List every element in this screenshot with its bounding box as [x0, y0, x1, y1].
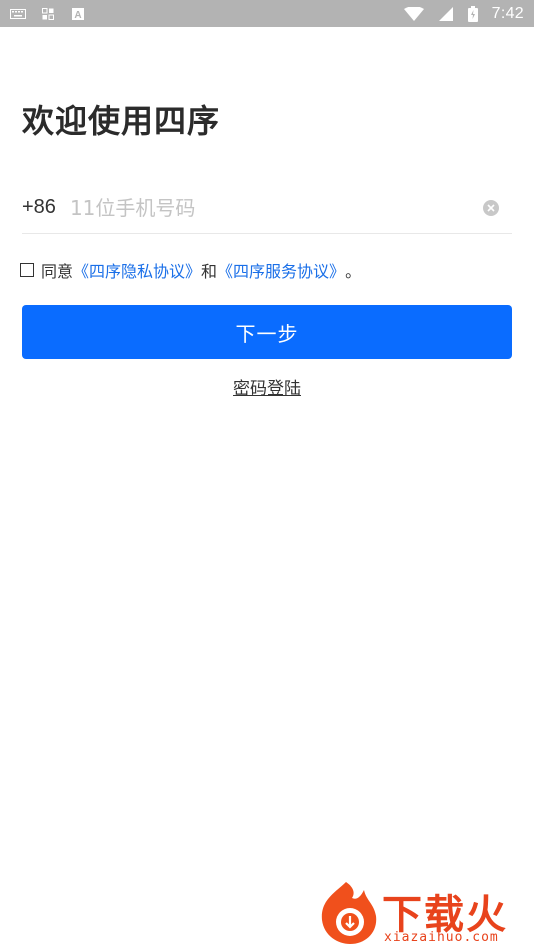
agree-checkbox[interactable]	[20, 263, 34, 277]
privacy-policy-link[interactable]: 《四序隐私协议》	[73, 258, 201, 282]
agreement-suffix: 。	[345, 262, 362, 281]
wifi-icon	[403, 6, 424, 21]
flame-logo-icon	[321, 882, 377, 944]
a-box-icon: A	[70, 7, 86, 20]
signal-icon	[438, 6, 454, 21]
clear-icon[interactable]	[483, 199, 499, 216]
service-agreement-link[interactable]: 《四序服务协议》	[217, 258, 345, 282]
page-title: 欢迎使用四序	[22, 102, 221, 140]
status-right-icons: 7:42	[403, 4, 524, 23]
phone-input-row: +86	[22, 182, 512, 234]
qr-grid-icon	[40, 7, 56, 20]
next-step-button[interactable]: 下一步	[22, 305, 512, 359]
status-bar: A 7:42	[0, 0, 534, 27]
agreement-prefix: 同意	[41, 262, 74, 281]
status-time: 7:42	[491, 4, 524, 22]
watermark-subtext: xiazaihuo.com	[384, 930, 499, 945]
keyboard-icon	[10, 8, 26, 20]
agreement-conjunction: 和	[201, 262, 218, 281]
battery-icon	[467, 5, 478, 22]
country-code[interactable]: +86	[22, 196, 56, 219]
agreement-row: 同意 《四序隐私协议》 和 《四序服务协议》 。	[20, 258, 361, 282]
status-left-icons: A	[10, 7, 86, 20]
password-login-link[interactable]: 密码登陆	[0, 374, 534, 399]
phone-number-input[interactable]	[69, 187, 483, 228]
svg-text:A: A	[74, 10, 81, 20]
watermark-logo: 下载火 xiazaihuo.com	[316, 878, 530, 946]
